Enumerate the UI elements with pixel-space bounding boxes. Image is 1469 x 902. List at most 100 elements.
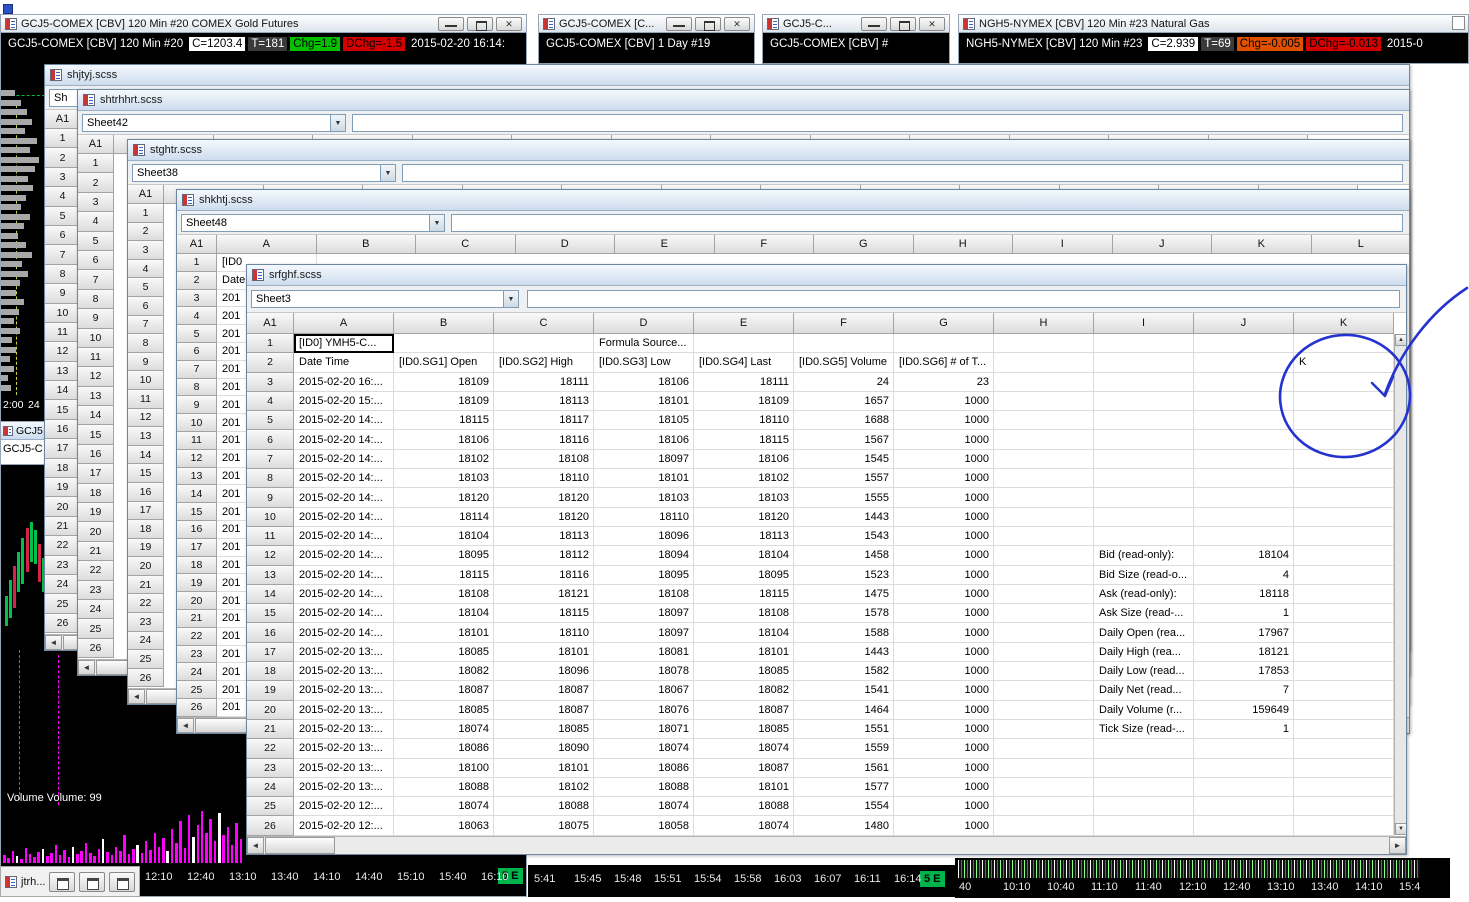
cell[interactable]: 1555: [794, 488, 894, 508]
cell[interactable]: 18115: [394, 565, 494, 585]
row-number[interactable]: 26: [45, 613, 81, 634]
row-number[interactable]: 16: [247, 623, 294, 643]
cell[interactable]: [1194, 372, 1294, 392]
cell[interactable]: 18109: [694, 391, 794, 412]
row-number[interactable]: 22: [177, 627, 217, 646]
cell[interactable]: [994, 758, 1094, 778]
formula-bar[interactable]: [402, 164, 1403, 182]
cell[interactable]: [ID0.SG4] Last: [694, 353, 794, 373]
row-number[interactable]: 6: [45, 225, 81, 246]
formula-bar[interactable]: [527, 290, 1400, 308]
row-number[interactable]: 14: [78, 406, 114, 426]
cell[interactable]: 18087: [494, 681, 594, 701]
row-number[interactable]: 2: [45, 148, 81, 168]
row-number[interactable]: 1: [247, 334, 294, 354]
cell[interactable]: 18121: [494, 584, 594, 605]
row-number[interactable]: 18: [177, 556, 217, 575]
row-number[interactable]: 5: [128, 278, 164, 297]
chevron-down-icon[interactable]: ▼: [330, 115, 345, 131]
cell[interactable]: 23: [894, 372, 994, 392]
cell[interactable]: 18104: [1194, 546, 1294, 566]
cell[interactable]: 18063: [394, 816, 494, 836]
cell[interactable]: 2015-02-20 12:...: [294, 816, 394, 836]
cell[interactable]: [994, 681, 1094, 701]
cell[interactable]: [1294, 469, 1394, 489]
cell[interactable]: 1000: [894, 411, 994, 431]
row-number[interactable]: 10: [247, 507, 294, 527]
row-number[interactable]: 8: [45, 264, 81, 285]
row-number[interactable]: 13: [247, 565, 294, 585]
cell[interactable]: 18115: [694, 584, 794, 605]
row-number[interactable]: 13: [78, 386, 114, 407]
row-number[interactable]: 24: [78, 599, 114, 620]
cell[interactable]: [1294, 662, 1394, 682]
row-number[interactable]: 5: [247, 411, 294, 431]
column-header[interactable]: B: [394, 313, 494, 334]
window-titlebar[interactable]: shkhtj.scss: [177, 190, 1409, 211]
row-number[interactable]: 9: [128, 352, 164, 372]
cell[interactable]: 18088: [494, 797, 594, 817]
cell[interactable]: 7: [1194, 681, 1294, 701]
cell[interactable]: 18110: [594, 507, 694, 527]
row-number[interactable]: 13: [177, 467, 217, 486]
cell[interactable]: [1094, 526, 1194, 547]
window-titlebar[interactable]: stghtr.scss: [128, 140, 1409, 161]
cell[interactable]: Bid Size (read-o...: [1094, 565, 1194, 585]
cell[interactable]: 1000: [894, 488, 994, 508]
row-number[interactable]: 18: [247, 662, 294, 682]
cell[interactable]: [794, 334, 894, 354]
cell[interactable]: 18101: [694, 777, 794, 798]
row-number[interactable]: 23: [177, 645, 217, 664]
cell[interactable]: 18101: [494, 642, 594, 663]
cell[interactable]: [1194, 797, 1294, 817]
cell[interactable]: [1194, 430, 1294, 450]
cell[interactable]: 1443: [794, 642, 894, 663]
row-number[interactable]: 3: [177, 289, 217, 308]
cell[interactable]: 2015-02-20 14:...: [294, 565, 394, 585]
cell[interactable]: 18087: [694, 700, 794, 720]
row-number[interactable]: 15: [247, 604, 294, 624]
cell[interactable]: 18085: [694, 719, 794, 740]
cell[interactable]: Tick Size (read-...: [1094, 719, 1194, 740]
cell[interactable]: 2015-02-20 14:...: [294, 526, 394, 547]
cell[interactable]: [994, 662, 1094, 682]
cell[interactable]: 18100: [394, 758, 494, 778]
cell[interactable]: 1000: [894, 449, 994, 470]
row-number[interactable]: 4: [177, 307, 217, 326]
row-number[interactable]: 23: [247, 758, 294, 778]
cell[interactable]: 2015-02-20 12:...: [294, 797, 394, 817]
cell[interactable]: 2015-02-20 13:...: [294, 681, 394, 701]
column-header[interactable]: C: [416, 235, 516, 254]
cell[interactable]: 1567: [794, 430, 894, 450]
row-number[interactable]: 12: [78, 367, 114, 387]
cell[interactable]: 18088: [394, 777, 494, 798]
cell[interactable]: 18074: [594, 739, 694, 759]
cell[interactable]: 1000: [894, 662, 994, 682]
window-button[interactable]: [1452, 16, 1465, 30]
row-number[interactable]: 17: [78, 464, 114, 484]
cell[interactable]: [1294, 681, 1394, 701]
cell[interactable]: [894, 334, 994, 354]
row-number[interactable]: 20: [78, 522, 114, 542]
formula-bar[interactable]: [352, 114, 1403, 132]
row-number[interactable]: 19: [45, 478, 81, 498]
column-header[interactable]: A: [294, 313, 394, 334]
row-number[interactable]: 6: [128, 296, 164, 316]
row-number[interactable]: 11: [247, 526, 294, 547]
cell[interactable]: 2015-02-20 14:...: [294, 507, 394, 527]
column-header[interactable]: D: [594, 313, 694, 334]
cell[interactable]: 1657: [794, 391, 894, 412]
cell[interactable]: [1294, 449, 1394, 470]
row-number[interactable]: 9: [45, 284, 81, 304]
cell[interactable]: 18110: [494, 623, 594, 643]
cell[interactable]: 18120: [494, 507, 594, 527]
cell[interactable]: 18118: [1194, 584, 1294, 605]
cell[interactable]: 18108: [594, 584, 694, 605]
cell[interactable]: [1294, 411, 1394, 431]
column-header[interactable]: D: [515, 235, 615, 254]
row-number[interactable]: 21: [45, 516, 81, 537]
cell[interactable]: 2015-02-20 13:...: [294, 662, 394, 682]
cell[interactable]: [994, 507, 1094, 527]
column-header[interactable]: I: [1094, 313, 1194, 334]
cell[interactable]: 1475: [794, 584, 894, 605]
